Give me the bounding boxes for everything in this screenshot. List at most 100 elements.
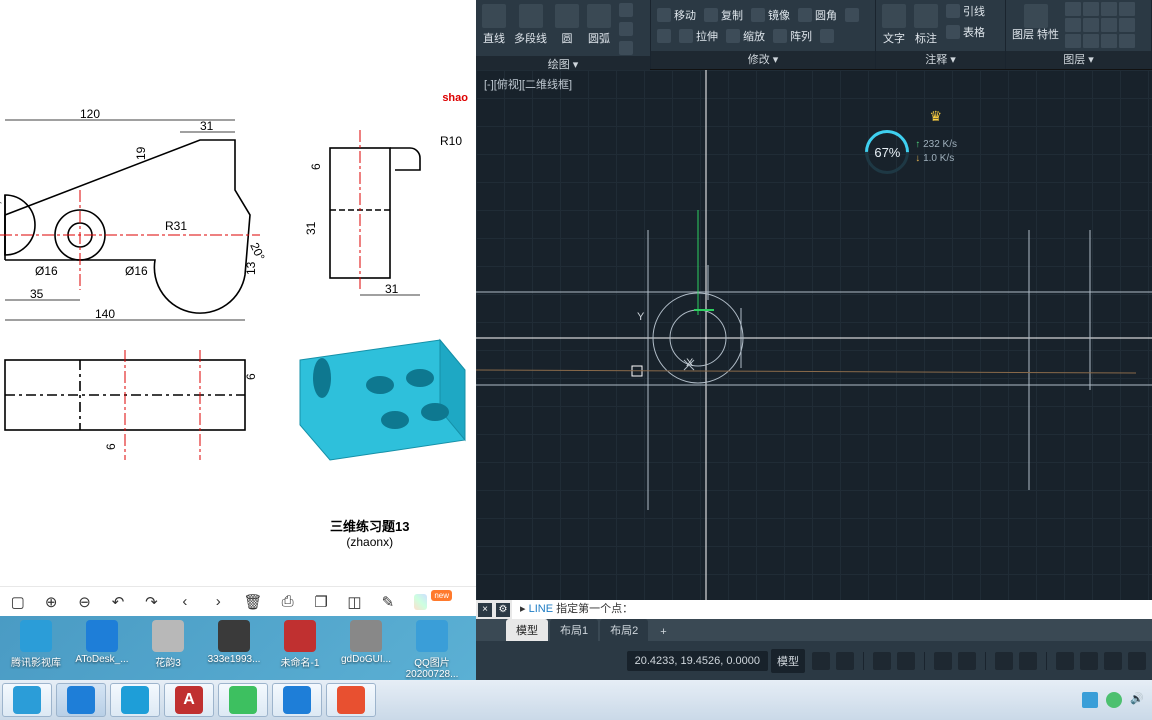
layout-tab[interactable]: 布局1 <box>550 619 598 641</box>
new-badge: new <box>431 590 452 601</box>
taskbar-app-button[interactable] <box>218 683 268 717</box>
taskbar-app-button[interactable] <box>2 683 52 717</box>
desktop-icon[interactable]: QQ图片20200728... <box>404 620 460 680</box>
system-tray[interactable]: 🔊 <box>1082 680 1146 720</box>
tray-icon-1[interactable] <box>1082 692 1098 708</box>
otrack-toggle[interactable] <box>958 652 976 670</box>
status-toggles <box>812 652 1146 670</box>
apps-icon[interactable] <box>414 594 428 610</box>
drawing-canvas[interactable]: [-][俯视][二维线框] ♛ 67% ↑ 232 K/s ↓ 1.0 K/s <box>476 70 1152 600</box>
ribbon-圆[interactable]: 圆 <box>553 2 581 48</box>
ortho-toggle[interactable] <box>873 652 891 670</box>
desktop-icon[interactable]: AToDesk_... <box>74 620 130 665</box>
reference-drawing: 120 31 19 R10 6 15,5 31 R31 20° 13 Ø16 Ø… <box>0 60 476 560</box>
hardware-toggle[interactable] <box>1128 652 1146 670</box>
tray-volume-icon[interactable]: 🔊 <box>1130 692 1146 708</box>
dim-31a: 31 <box>200 119 214 133</box>
cmd-wrench-icon[interactable]: ⚙ <box>496 603 510 617</box>
command-bar: × ⚙ ▸ LINE 指定第一个点： <box>476 600 1152 619</box>
dim-13: 13 <box>244 261 258 275</box>
dim-31c: 31 <box>385 282 399 296</box>
cad-application: 直线多段线圆圆弧绘图 ▾移动复制镜像圆角拉伸缩放阵列修改 ▾文字标注引线表格注释… <box>476 0 1152 680</box>
cmd-close-icon[interactable]: × <box>478 603 492 617</box>
grid-toggle[interactable] <box>812 652 830 670</box>
ribbon-圆角[interactable]: 圆角 <box>796 6 839 24</box>
annotation-toggle[interactable] <box>1056 652 1074 670</box>
dim-19: 19 <box>134 146 148 160</box>
desktop-icon[interactable]: 333e1993... <box>206 620 262 665</box>
ribbon: 直线多段线圆圆弧绘图 ▾移动复制镜像圆角拉伸缩放阵列修改 ▾文字标注引线表格注释… <box>476 0 1152 70</box>
dim-15: 15,5 <box>0 194 3 218</box>
zoom-in-icon[interactable]: ⊕ <box>43 593 58 611</box>
layer-swatches[interactable] <box>1065 2 1135 48</box>
ribbon-圆弧[interactable]: 圆弧 <box>585 2 613 48</box>
workspace-toggle[interactable] <box>1080 652 1098 670</box>
ribbon-表格[interactable]: 表格 <box>944 23 987 41</box>
ribbon-标注[interactable]: 标注 <box>912 2 940 48</box>
svg-text:Y: Y <box>637 311 645 323</box>
crop-icon[interactable]: ◫ <box>347 593 362 611</box>
layout-tab[interactable]: 布局2 <box>600 619 648 641</box>
ribbon-移动[interactable]: 移动 <box>655 6 698 24</box>
desktop-area[interactable]: 腾讯影视库AToDesk_...花韵3333e1993...未命名-1gdDoG… <box>0 616 476 680</box>
dim-140: 140 <box>95 307 115 321</box>
dim-35: 35 <box>30 287 44 301</box>
command-input[interactable]: ▸ LINE 指定第一个点： <box>512 600 1152 619</box>
print-icon[interactable]: ⎙ <box>280 593 295 611</box>
space-mode[interactable]: 模型 <box>771 649 805 673</box>
cad-geometry: Y X <box>476 70 1152 600</box>
osnap-toggle[interactable] <box>934 652 952 670</box>
lineweight-toggle[interactable] <box>995 652 1013 670</box>
dim-dia16b: Ø16 <box>125 264 148 278</box>
taskbar-app-button[interactable] <box>56 683 106 717</box>
ribbon-缩放[interactable]: 缩放 <box>724 27 767 45</box>
ribbon-多段线[interactable]: 多段线 <box>512 2 549 48</box>
ribbon-拉伸[interactable]: 拉伸 <box>677 27 720 45</box>
desktop-icon[interactable]: 花韵3 <box>140 620 196 669</box>
desktop-icon[interactable]: gdDoGUI... <box>338 620 394 665</box>
taskbar-app-button[interactable] <box>272 683 322 717</box>
snap-toggle[interactable] <box>836 652 854 670</box>
dim-6b: 6 <box>244 373 258 380</box>
rotate-left-icon[interactable]: ↶ <box>110 593 125 611</box>
rotate-right-icon[interactable]: ↷ <box>144 593 159 611</box>
taskbar-app-button[interactable] <box>326 683 376 717</box>
edit-icon[interactable]: ✎ <box>380 593 395 611</box>
desktop-icon[interactable]: 腾讯影视库 <box>8 620 64 669</box>
prev-icon[interactable]: ‹ <box>177 593 192 611</box>
ribbon-btn[interactable] <box>655 27 673 45</box>
next-icon[interactable]: › <box>211 593 226 611</box>
tab-add[interactable]: + <box>650 623 676 641</box>
taskbar-app-button[interactable] <box>110 683 160 717</box>
ribbon-镜像[interactable]: 镜像 <box>749 6 792 24</box>
polar-toggle[interactable] <box>897 652 915 670</box>
fit-icon[interactable]: ▢ <box>10 593 25 611</box>
delete-icon[interactable]: 🗑 <box>244 593 262 611</box>
dim-r31: R31 <box>165 219 187 233</box>
isolate-toggle[interactable] <box>1104 652 1122 670</box>
ribbon-layer-props[interactable]: 图层 特性 <box>1010 2 1061 43</box>
windows-taskbar[interactable]: A 🔊 <box>0 680 1152 720</box>
ribbon-btn[interactable] <box>818 27 836 45</box>
svg-text:X: X <box>686 357 694 369</box>
copy-icon[interactable]: ❐ <box>313 593 328 611</box>
tray-network-icon[interactable] <box>1106 692 1122 708</box>
ribbon-直线[interactable]: 直线 <box>480 2 508 48</box>
image-viewer-toolbar: ▢ ⊕ ⊖ ↶ ↷ ‹ › 🗑 ⎙ ❐ ◫ ✎ new <box>0 586 476 616</box>
dim-6c: 6 <box>104 443 118 450</box>
dim-dia16a: Ø16 <box>35 264 58 278</box>
status-bar: 20.4233, 19.4526, 0.0000 模型 <box>476 641 1152 680</box>
zoom-out-icon[interactable]: ⊖ <box>77 593 92 611</box>
desktop-icon[interactable]: 未命名-1 <box>272 620 328 669</box>
dim-ang20: 20° <box>247 240 267 263</box>
dim-r10: R10 <box>440 134 462 148</box>
coordinates-readout[interactable]: 20.4233, 19.4526, 0.0000 <box>627 651 768 671</box>
layout-tab[interactable]: 模型 <box>506 619 548 641</box>
ribbon-阵列[interactable]: 阵列 <box>771 27 814 45</box>
ribbon-引线[interactable]: 引线 <box>944 2 987 20</box>
ribbon-btn[interactable] <box>843 6 861 24</box>
taskbar-app-button[interactable]: A <box>164 683 214 717</box>
ribbon-复制[interactable]: 复制 <box>702 6 745 24</box>
ribbon-文字[interactable]: 文字 <box>880 2 908 48</box>
transparency-toggle[interactable] <box>1019 652 1037 670</box>
